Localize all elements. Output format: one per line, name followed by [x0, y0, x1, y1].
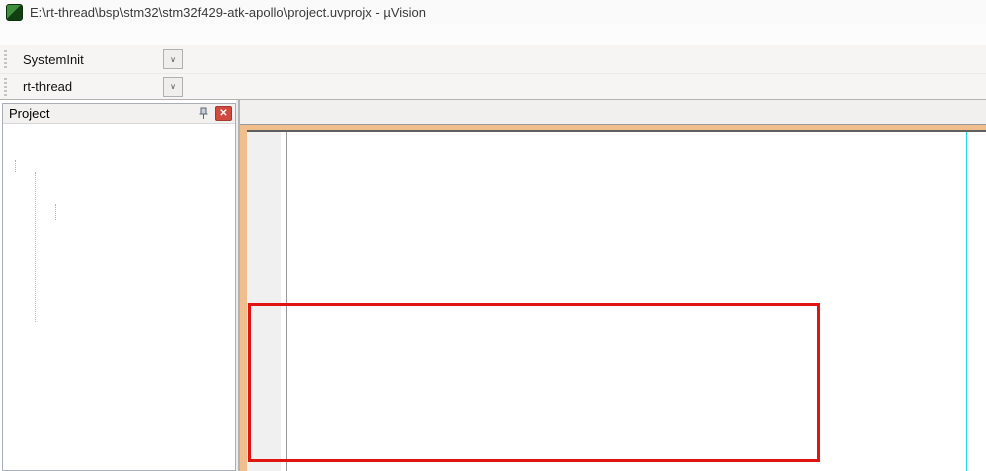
target-combobox-dropdown[interactable]: ∨ — [163, 77, 183, 97]
toolbar-build: rt-thread ∨ — [0, 74, 986, 100]
tab-strip — [238, 100, 986, 125]
close-panel-button[interactable]: ✕ — [215, 106, 232, 121]
tree-guide — [55, 204, 56, 220]
chevron-down-icon: ∨ — [170, 82, 176, 91]
editor-area — [238, 100, 986, 471]
chevron-down-icon: ∨ — [170, 55, 176, 64]
menu-bar — [0, 24, 986, 45]
project-panel: Project ✕ — [2, 103, 236, 471]
project-tree — [3, 124, 235, 130]
annotation-rectangle — [248, 303, 820, 462]
search-combobox[interactable]: SystemInit — [15, 49, 163, 69]
tree-guide — [35, 172, 36, 322]
column-ruler — [966, 132, 967, 471]
toolbar-grip[interactable] — [4, 78, 7, 96]
pin-icon[interactable] — [195, 106, 211, 121]
window-title: E:\rt-thread\bsp\stm32\stm32f429-atk-apo… — [30, 5, 426, 20]
main-area: Project ✕ — [0, 100, 986, 471]
toolbar-grip[interactable] — [4, 50, 7, 68]
project-panel-title: Project — [9, 106, 195, 121]
toolbar-main: SystemInit ∨ — [0, 45, 986, 74]
active-tab-band-left — [240, 125, 247, 471]
title-bar: E:\rt-thread\bsp\stm32\stm32f429-atk-apo… — [0, 0, 986, 24]
search-combobox-dropdown[interactable]: ∨ — [163, 49, 183, 69]
target-combobox-value: rt-thread — [23, 79, 72, 94]
search-combobox-value: SystemInit — [23, 52, 84, 67]
uvision-logo-icon — [6, 4, 23, 21]
project-panel-header: Project ✕ — [3, 104, 235, 124]
tree-guide — [15, 160, 16, 172]
code-editor[interactable] — [247, 132, 986, 471]
target-combobox[interactable]: rt-thread — [15, 77, 163, 97]
editor-left-border — [238, 100, 240, 471]
